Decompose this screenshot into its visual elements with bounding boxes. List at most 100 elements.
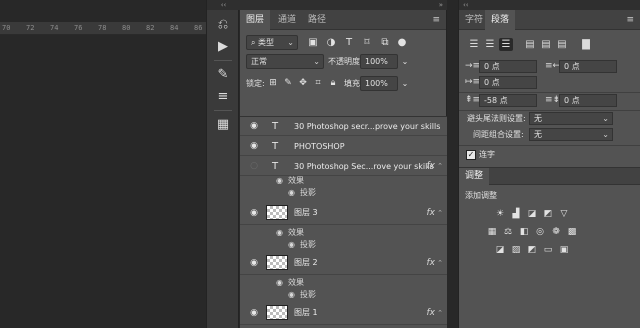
tab-channels[interactable]: 通道 (272, 10, 302, 30)
filter-toggle-icon[interactable]: ● (395, 35, 409, 50)
layer-row[interactable]: ◉ T 30 Photoshop secr...prove your skill… (240, 117, 447, 136)
tab-paths[interactable]: 路径 (302, 10, 332, 30)
chevron-up-icon[interactable]: ⌃ (437, 201, 443, 225)
hyphenate-checkbox[interactable]: ✓ (466, 150, 476, 160)
fx-badge[interactable]: fx (427, 301, 436, 325)
justify-last-center-icon[interactable]: ▤ (539, 38, 553, 51)
brightness-icon[interactable]: ☀ (493, 208, 507, 220)
blend-mode-value: 正常 (251, 57, 267, 66)
layer-row[interactable]: ○ T 30 Photoshop Sec...rove your skills … (240, 157, 447, 176)
layer-row[interactable]: ◉ 图层 2 fx ⌃ (240, 251, 447, 275)
filter-pixel-icon[interactable]: ▣ (306, 35, 320, 50)
eye-icon[interactable]: ◉ (276, 175, 283, 186)
eye-icon[interactable]: ◉ (288, 289, 295, 300)
color-lookup-icon[interactable]: ▩ (565, 226, 579, 238)
fx-badge[interactable]: fx (427, 251, 436, 275)
kinsoku-select[interactable]: 无 ⌄ (529, 112, 613, 125)
align-right-icon[interactable]: ☰ (499, 38, 513, 51)
effects-row[interactable]: ◉ 效果 (240, 227, 447, 238)
filter-smart-object-icon[interactable]: ⧉ (378, 35, 392, 50)
threshold-icon[interactable]: ◩ (525, 244, 539, 256)
mojikumi-select[interactable]: 无 ⌄ (529, 128, 613, 141)
align-left-icon[interactable]: ☰ (467, 38, 481, 51)
properties-sliders-icon[interactable]: ≡ (213, 88, 233, 106)
document-canvas[interactable] (0, 36, 206, 328)
eye-icon[interactable]: ◉ (288, 187, 295, 198)
layer-kind-filter[interactable]: ⌕ 类型 ⌄ (246, 35, 298, 50)
justify-all-icon[interactable]: ▇ (579, 38, 593, 51)
layer-filter-row: ⌕ 类型 ⌄ ▣ ◑ T ⌑ ⧉ ● (240, 35, 447, 51)
filter-adjustment-icon[interactable]: ◑ (324, 35, 338, 50)
first-line-indent-field[interactable]: 0 点 (479, 76, 537, 89)
tab-paragraph[interactable]: 段落 (485, 10, 516, 30)
brush-icon[interactable]: ✎ (213, 66, 233, 84)
curves-icon[interactable]: ◪ (525, 208, 539, 220)
effects-row[interactable]: ◉ 效果 (240, 277, 447, 288)
lock-transparent-icon[interactable]: ⊞ (266, 76, 280, 91)
levels-icon[interactable]: ▟ (509, 208, 523, 220)
filter-type-icon[interactable]: T (342, 35, 356, 50)
chevron-down-icon[interactable]: ⌄ (398, 54, 412, 69)
history-icon[interactable]: ⎌ (213, 16, 233, 34)
eye-icon[interactable]: ◉ (248, 137, 260, 156)
chevron-up-icon[interactable]: ⌃ (437, 251, 443, 275)
libraries-icon[interactable]: ▦ (213, 116, 233, 134)
effect-item-row[interactable]: ◉ 投影 (240, 289, 447, 300)
justify-last-right-icon[interactable]: ▤ (555, 38, 569, 51)
filter-kind-label: 类型 (258, 38, 275, 47)
eye-off-icon[interactable]: ○ (248, 157, 260, 176)
lock-all-icon[interactable]: 🔒︎ (326, 76, 340, 91)
effect-item-row[interactable]: ◉ 投影 (240, 239, 447, 250)
chevron-up-icon[interactable]: ⌃ (437, 301, 443, 325)
eye-icon[interactable]: ◉ (248, 301, 260, 325)
tool-strip: ‹‹ ⎌ ▶ ✎ ≡ ▦ (206, 0, 240, 328)
align-center-icon[interactable]: ☰ (483, 38, 497, 51)
fx-badge[interactable]: fx (427, 157, 436, 176)
eye-icon[interactable]: ◉ (248, 201, 260, 225)
lock-position-icon[interactable]: ✥ (296, 76, 310, 91)
opacity-field[interactable]: 100% (360, 54, 398, 69)
left-indent-field[interactable]: 0 点 (479, 60, 537, 73)
hue-saturation-icon[interactable]: ▦ (485, 226, 499, 238)
eye-icon[interactable]: ◉ (288, 239, 295, 250)
eye-icon[interactable]: ◉ (276, 227, 283, 238)
space-before-field[interactable]: -58 点 (479, 94, 537, 107)
exposure-icon[interactable]: ◩ (541, 208, 555, 220)
actions-play-icon[interactable]: ▶ (213, 38, 233, 56)
right-indent-field[interactable]: 0 点 (559, 60, 617, 73)
chevron-up-icon[interactable]: ⌃ (437, 157, 443, 176)
lock-artboard-icon[interactable]: ⌗ (311, 76, 325, 91)
para-collapse-button[interactable]: ‹‹ (459, 0, 640, 10)
tools-collapse-button[interactable]: ‹‹ (207, 0, 240, 10)
effect-item-row[interactable]: ◉ 投影 (240, 187, 447, 198)
selective-color-icon[interactable]: ▣ (557, 244, 571, 256)
layer-row[interactable]: ◉ 图层 1 fx ⌃ (240, 301, 447, 325)
filter-shape-icon[interactable]: ⌑ (360, 35, 374, 50)
blend-mode-select[interactable]: 正常 ⌄ (246, 54, 324, 69)
panel-menu-icon[interactable]: ≡ (432, 10, 440, 30)
channel-mixer-icon[interactable]: ❁ (549, 226, 563, 238)
gradient-map-icon[interactable]: ▭ (541, 244, 555, 256)
fill-field[interactable]: 100% (360, 76, 398, 91)
tab-adjustments[interactable]: 调整 (459, 168, 490, 185)
space-after-field[interactable]: 0 点 (559, 94, 617, 107)
photo-filter-icon[interactable]: ◎ (533, 226, 547, 238)
justify-last-left-icon[interactable]: ▤ (523, 38, 537, 51)
black-white-icon[interactable]: ◧ (517, 226, 531, 238)
lock-image-icon[interactable]: ✎ (281, 76, 295, 91)
eye-icon[interactable]: ◉ (276, 277, 283, 288)
layers-collapse-button[interactable]: » (240, 0, 447, 10)
posterize-icon[interactable]: ▨ (509, 244, 523, 256)
tab-layers[interactable]: 图层 (240, 10, 271, 30)
effects-row[interactable]: ◉ 效果 (240, 175, 447, 186)
invert-icon[interactable]: ◪ (493, 244, 507, 256)
layer-row[interactable]: ◉ 图层 3 fx ⌃ (240, 201, 447, 225)
layer-row[interactable]: ◉ T PHOTOSHOP (240, 137, 447, 156)
eye-icon[interactable]: ◉ (248, 117, 260, 136)
color-balance-icon[interactable]: ⚖ (501, 226, 515, 238)
eye-icon[interactable]: ◉ (248, 251, 260, 275)
chevron-down-icon[interactable]: ⌄ (398, 76, 412, 91)
vibrance-icon[interactable]: ▽ (557, 208, 571, 220)
fx-badge[interactable]: fx (427, 201, 436, 225)
panel-menu-icon[interactable]: ≡ (626, 10, 634, 30)
